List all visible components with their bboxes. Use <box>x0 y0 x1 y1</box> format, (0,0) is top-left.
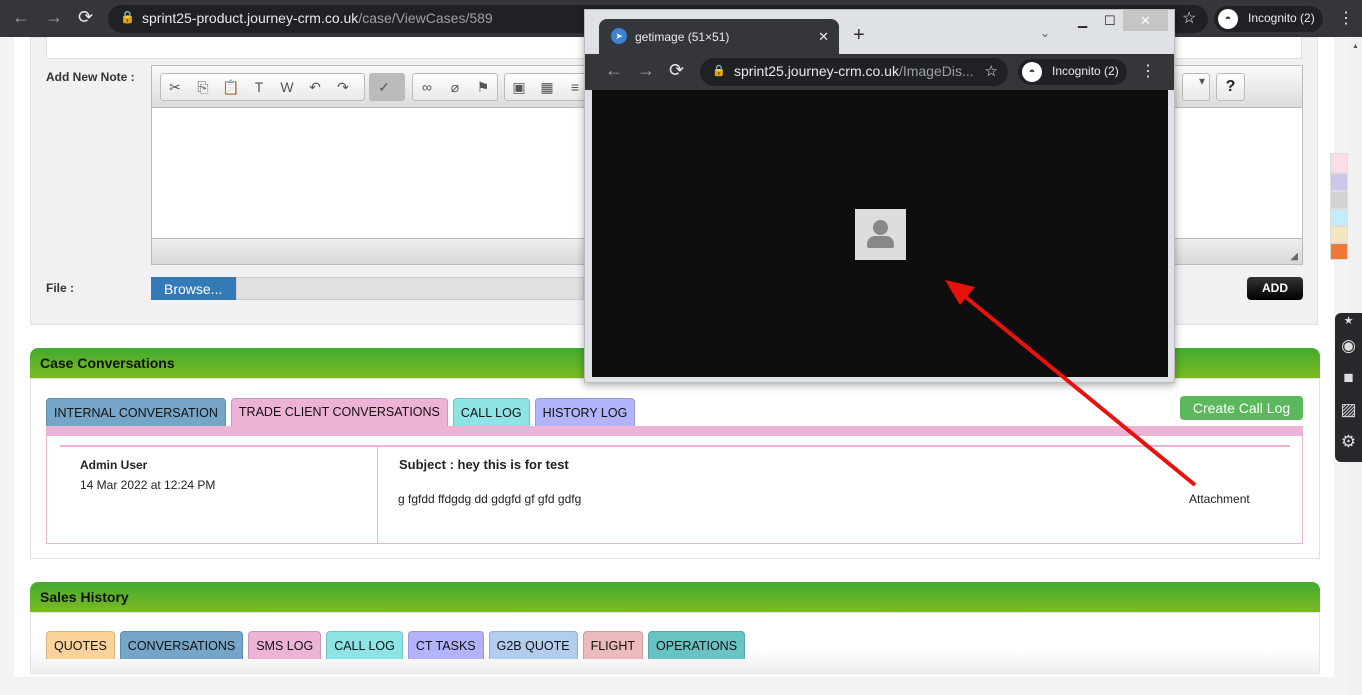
arrow-line <box>960 292 1197 487</box>
annotation-arrow <box>945 280 1197 487</box>
